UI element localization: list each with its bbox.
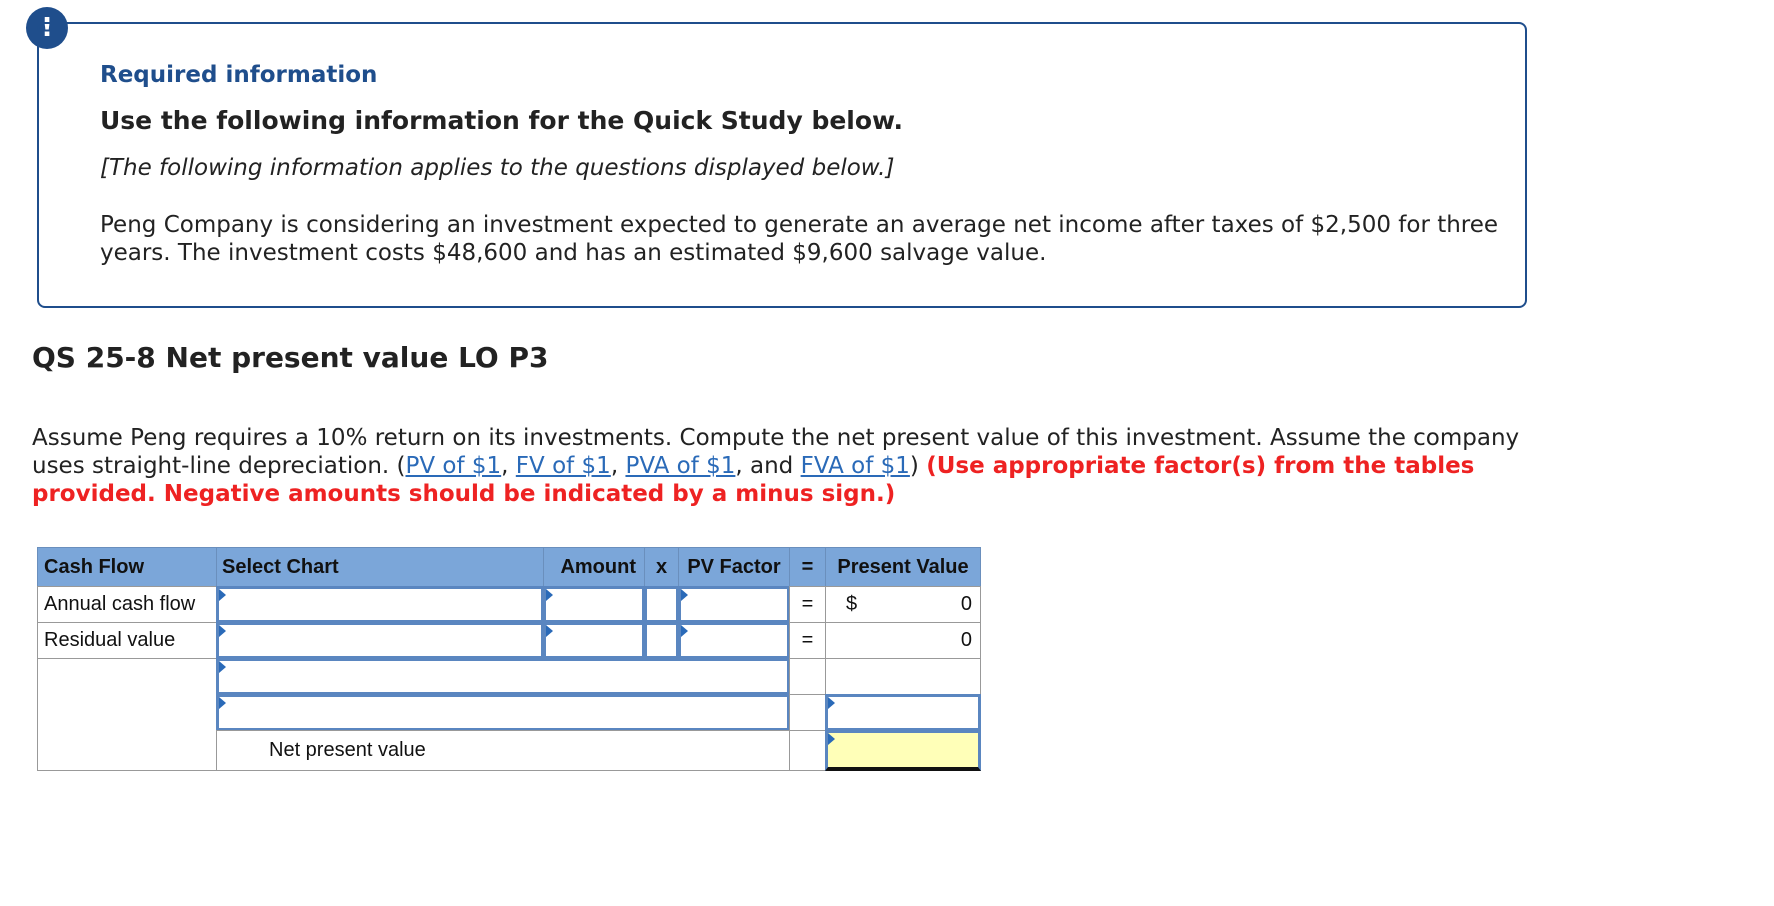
blank-cell xyxy=(789,730,826,771)
extra-present-value-input[interactable] xyxy=(825,694,981,731)
currency-symbol: $ xyxy=(846,593,858,615)
row-label-annual-cash-flow: Annual cash flow xyxy=(37,586,217,623)
residual-pv-factor-input[interactable] xyxy=(678,622,790,659)
extra-line-input-2[interactable] xyxy=(216,694,790,731)
residual-amount-input[interactable] xyxy=(543,622,645,659)
annual-amount-input[interactable] xyxy=(543,586,645,623)
header-select-chart: Select Chart xyxy=(216,547,544,587)
fv-of-1-link[interactable]: FV of $1 xyxy=(516,453,611,479)
extra-line-input-1[interactable] xyxy=(216,658,790,695)
header-amount: Amount xyxy=(543,547,645,587)
annual-present-value-amount: 0 xyxy=(960,593,972,615)
link-separator: , xyxy=(501,453,516,479)
header-equals: = xyxy=(789,547,826,587)
use-following-heading: Use the following information for the Qu… xyxy=(100,106,904,135)
annual-select-chart-input[interactable] xyxy=(216,586,544,623)
annual-times-cell xyxy=(644,586,679,623)
question-title: QS 25-8 Net present value LO P3 xyxy=(32,341,549,374)
applies-note: [The following information applies to th… xyxy=(100,155,895,181)
pv-of-1-link[interactable]: PV of $1 xyxy=(406,453,502,479)
blank-cell xyxy=(789,658,826,695)
annual-present-value: $ 0 xyxy=(825,586,981,623)
npv-label: Net present value xyxy=(216,730,790,771)
question-text: Assume Peng requires a 10% return on its… xyxy=(32,424,1532,508)
scenario-text: Peng Company is considering an investmen… xyxy=(100,212,1499,266)
cash-flow-blank-cell xyxy=(37,658,217,771)
residual-times-cell xyxy=(644,622,679,659)
annual-equals: = xyxy=(789,586,826,623)
row-label-residual-value: Residual value xyxy=(37,622,217,659)
blank-cell xyxy=(789,694,826,731)
required-information-title: Required information xyxy=(100,62,378,88)
residual-present-value: 0 xyxy=(825,622,981,659)
link-close: ) xyxy=(909,453,927,479)
npv-worksheet: Cash Flow Select Chart Amount x PV Facto… xyxy=(37,547,981,771)
header-present-value: Present Value xyxy=(825,547,981,587)
header-times: x xyxy=(644,547,679,587)
residual-select-chart-input[interactable] xyxy=(216,622,544,659)
link-separator: , xyxy=(610,453,626,479)
header-cash-flow: Cash Flow xyxy=(37,547,217,587)
link-separator: , and xyxy=(735,453,801,479)
header-pv-factor: PV Factor xyxy=(678,547,790,587)
annual-pv-factor-input[interactable] xyxy=(678,586,790,623)
pva-of-1-link[interactable]: PVA of $1 xyxy=(625,453,735,479)
blank-cell xyxy=(825,658,981,695)
net-present-value-input[interactable] xyxy=(825,730,981,771)
fva-of-1-link[interactable]: FVA of $1 xyxy=(801,453,910,479)
residual-equals: = xyxy=(789,622,826,659)
